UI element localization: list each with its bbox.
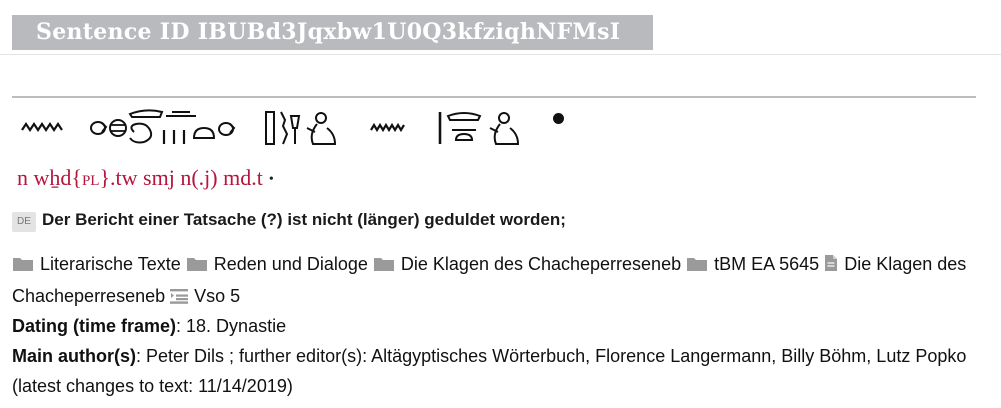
translation-text: Der Bericht einer Tatsache (?) ist nicht…: [42, 210, 566, 229]
folder-icon: [186, 251, 208, 281]
path-item-line-vso-5[interactable]: Vso 5: [194, 286, 240, 306]
n-ripple-icon: [369, 120, 407, 136]
verse-point-icon: [553, 113, 564, 124]
text-lines-icon: [170, 283, 189, 313]
path-item-tbm-ea-5645[interactable]: tBM EA 5645: [714, 254, 819, 274]
smj-group-icon: [263, 108, 339, 148]
path-item-literarische-texte[interactable]: Literarische Texte: [40, 254, 181, 274]
authors-row: Main author(s): Peter Dils ; further edi…: [12, 341, 987, 401]
water-ripple-n-icon: [20, 118, 64, 138]
mdt-group-icon: [434, 108, 520, 148]
transliteration: n wẖd{PL}.tw smj n(.j) md.t •: [17, 165, 274, 190]
folder-icon: [686, 251, 708, 281]
language-badge: DE: [12, 212, 36, 232]
section-divider: [12, 96, 976, 98]
path-item-die-klagen[interactable]: Die Klagen des Chacheperreseneb: [401, 254, 681, 274]
folder-icon: [12, 251, 34, 281]
header-divider: [0, 54, 1001, 55]
authors-value: : Peter Dils ; further editor(s): Altägy…: [12, 346, 967, 396]
small-caps-pl: PL: [81, 173, 100, 189]
whd-group-icon: [88, 108, 236, 148]
document-icon: [824, 251, 838, 281]
dating-row: Dating (time frame): 18. Dynastie: [12, 311, 987, 341]
title-bar: Sentence ID IBUBd3Jqxbw1U0Q3kfziqhNFMsI: [12, 15, 653, 50]
page-title: Sentence ID IBUBd3Jqxbw1U0Q3kfziqhNFMsI: [36, 19, 621, 45]
path-item-reden-und-dialoge[interactable]: Reden und Dialoge: [214, 254, 368, 274]
corpus-path: Literarische Texte Reden und Dialoge Die…: [12, 249, 987, 313]
dating-label: Dating (time frame): [12, 316, 177, 336]
authors-label: Main author(s): [12, 346, 136, 366]
transliteration-bullet: •: [268, 172, 274, 187]
translation: DE Der Bericht einer Tatsache (?) ist nic…: [12, 210, 566, 232]
folder-icon: [373, 251, 395, 281]
dating-value: : 18. Dynastie: [176, 316, 287, 336]
